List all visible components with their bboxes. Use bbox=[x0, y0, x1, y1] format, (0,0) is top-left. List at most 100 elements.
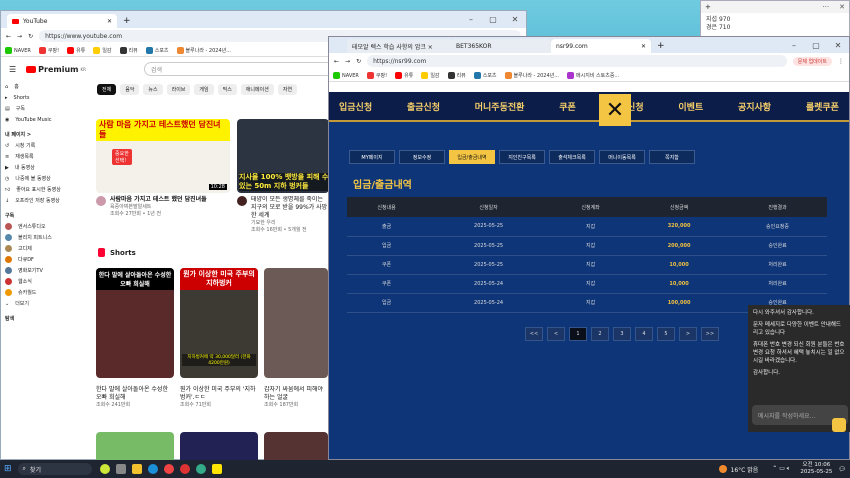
nav-item[interactable]: 룰렛쿠폰 bbox=[806, 100, 839, 113]
task-view-icon[interactable] bbox=[115, 464, 126, 474]
subtab[interactable]: MY페이지 bbox=[349, 150, 395, 164]
video-title[interactable]: 사람마음 가지고 테스트 했던 담진녀들 bbox=[110, 196, 207, 204]
url-input[interactable]: https://nsr99.com bbox=[367, 55, 787, 67]
sidebar-more[interactable]: ⌄ 더보기 bbox=[1, 298, 81, 309]
back-icon[interactable]: ← bbox=[6, 33, 11, 40]
subtab-active[interactable]: 입금/출금내역 bbox=[449, 150, 495, 164]
nav-item[interactable]: 공지사항 bbox=[738, 100, 771, 113]
search-input[interactable]: 검색 bbox=[143, 62, 334, 76]
chat-widget-icon[interactable] bbox=[832, 418, 846, 432]
forward-icon[interactable]: → bbox=[345, 58, 350, 65]
chip[interactable]: 게임 bbox=[194, 83, 214, 95]
chip[interactable]: 믹스 bbox=[217, 83, 237, 95]
bookmark-item[interactable]: NAVER bbox=[333, 71, 359, 79]
nav-item[interactable]: 입금신청 bbox=[339, 100, 372, 113]
bookmark-item[interactable]: 스포츠 bbox=[145, 46, 169, 54]
chip-all[interactable]: 전체 bbox=[97, 83, 117, 95]
weather-text[interactable]: 16°C 맑음 bbox=[731, 465, 759, 474]
close-window-icon[interactable]: ✕ bbox=[827, 41, 849, 50]
notification-icon[interactable]: 💬︎ bbox=[838, 466, 846, 473]
notepad-window[interactable]: + ··· ✕ 지섭 970 경은 710 bbox=[700, 0, 850, 40]
subtab[interactable]: 지인친구목록 bbox=[499, 150, 545, 164]
page-button[interactable]: < bbox=[547, 326, 565, 341]
video-title[interactable]: 태양이 모든 생명체를 죽이는 지구의 모로 받을 99%가 사망한 세계 bbox=[251, 196, 329, 220]
page-button[interactable]: << bbox=[525, 326, 543, 341]
new-tab-icon[interactable]: + bbox=[651, 41, 671, 53]
page-button[interactable]: 4 bbox=[635, 326, 653, 341]
more-icon[interactable]: ··· bbox=[822, 3, 829, 11]
avatar[interactable] bbox=[237, 196, 247, 206]
youtube-logo[interactable]: Premium KR bbox=[26, 65, 86, 74]
tab-active[interactable]: nsr99.com ✕ bbox=[551, 39, 651, 53]
bookmark-item[interactable]: 쿠팡! bbox=[366, 71, 387, 79]
chrome-icon[interactable] bbox=[179, 464, 190, 474]
clock[interactable]: 오전 10:06 2025-05-25 bbox=[800, 462, 832, 476]
video-thumbnail[interactable]: 지사율 100% 뱃방을 피해 수 있는 50m 지하 벙커들 bbox=[237, 119, 329, 193]
nav-item[interactable]: 머니주동전환 bbox=[475, 100, 525, 113]
reload-icon[interactable]: ↻ bbox=[356, 58, 361, 65]
tab[interactable]: 테모알 렉스 학습 사항의 암크 × bbox=[347, 39, 451, 53]
forward-icon[interactable]: → bbox=[17, 33, 22, 40]
bookmark-item[interactable]: 리뷰 bbox=[119, 46, 138, 54]
tennis-ball-icon[interactable] bbox=[99, 464, 110, 474]
short-thumbnail[interactable] bbox=[264, 268, 328, 378]
sidebar-item-playlists[interactable]: ≡ 재생목록 bbox=[1, 151, 81, 162]
reload-icon[interactable]: ↻ bbox=[28, 33, 33, 40]
chrome-icon[interactable] bbox=[163, 464, 174, 474]
subtab[interactable]: 출석체크목록 bbox=[549, 150, 595, 164]
bookmark-item[interactable]: 블루나라 - 2024년... bbox=[504, 71, 559, 79]
sidebar-sub-item[interactable]: 블리치 피트니스 bbox=[1, 232, 81, 243]
chip[interactable]: 뉴스 bbox=[143, 83, 163, 95]
maximize-icon[interactable]: ▢ bbox=[482, 15, 504, 24]
sidebar-sub-item[interactable]: 영화보기TV bbox=[1, 265, 81, 276]
bookmark-item[interactable]: 일감 bbox=[421, 71, 440, 79]
short-thumbnail[interactable]: 한다 말에 살아돌아온 수성한 오빠 희실해 bbox=[96, 268, 174, 378]
close-window-icon[interactable]: ✕ bbox=[504, 15, 526, 24]
search-box[interactable]: ⌕ 찾기 bbox=[17, 463, 92, 475]
page-button[interactable]: 1 bbox=[569, 326, 587, 341]
sidebar-item-subscriptions[interactable]: ▤ 구독 bbox=[1, 103, 81, 114]
page-button[interactable]: > bbox=[679, 326, 697, 341]
subtab[interactable]: 머니이동목록 bbox=[599, 150, 645, 164]
sidebar-sub-item[interactable]: 웹소식 bbox=[1, 276, 81, 287]
page-button[interactable]: 5 bbox=[657, 326, 675, 341]
short-title[interactable]: 한다 말에 살아돌아온 수성한 오빠 희실해 bbox=[96, 386, 174, 402]
back-icon[interactable]: ← bbox=[334, 58, 339, 65]
sidebar-item-my-videos[interactable]: ▶ 내 동영상 bbox=[1, 162, 81, 173]
bookmark-item[interactable]: 리뷰 bbox=[447, 71, 466, 79]
chip[interactable]: 자연 bbox=[277, 83, 298, 95]
nav-item[interactable]: 출금신청 bbox=[407, 100, 440, 113]
chip[interactable]: 음악 bbox=[120, 83, 140, 95]
short-thumbnail[interactable]: 뭔가 이상한 미국 주부의 지하벙커 지하벙커에 약 30,000달러 (한화 … bbox=[180, 268, 258, 378]
video-thumbnail[interactable] bbox=[264, 432, 328, 460]
tab-youtube[interactable]: YouTube ✕ bbox=[7, 14, 117, 28]
more-icon[interactable]: ⋮ bbox=[838, 58, 844, 65]
sidebar-item-downloads[interactable]: ↓ 오프라인 저장 동영상 bbox=[1, 195, 81, 206]
minimize-icon[interactable]: – bbox=[460, 15, 482, 24]
video-thumbnail[interactable] bbox=[180, 432, 258, 460]
edge-icon[interactable] bbox=[147, 464, 158, 474]
new-tab-icon[interactable]: + bbox=[117, 16, 137, 28]
minimize-icon[interactable]: – bbox=[783, 41, 805, 50]
bookmark-item[interactable]: 스포츠 bbox=[473, 71, 497, 79]
short-title[interactable]: 뭔가 이상한 미국 주부의 '지하벙커'.ㄷㄷ bbox=[180, 386, 258, 402]
video-thumbnail[interactable]: 사람 마음 가지고 테스트했던 담진녀들 중요한 선택! 10:28 bbox=[96, 119, 230, 193]
maximize-icon[interactable]: ▢ bbox=[805, 41, 827, 50]
bookmark-item[interactable]: 일감 bbox=[93, 46, 112, 54]
windows-start-icon[interactable]: ⊞ bbox=[4, 464, 12, 474]
bookmark-item[interactable]: 블루나라 - 2024년... bbox=[176, 46, 231, 54]
tab[interactable]: BET365KOR bbox=[451, 39, 551, 53]
subtab[interactable]: 정보수정 bbox=[399, 150, 445, 164]
short-title[interactable]: 갑자기 싸움에서 피해야 하는 얼굴 bbox=[264, 386, 328, 402]
file-explorer-icon[interactable] bbox=[131, 464, 142, 474]
sidebar-item-watch-later[interactable]: ◷ 나중에 볼 동영상 bbox=[1, 173, 81, 184]
close-icon[interactable]: ✕ bbox=[599, 94, 631, 126]
nav-item[interactable]: 이벤트 bbox=[678, 100, 703, 113]
avatar[interactable] bbox=[96, 196, 106, 206]
tray-icons[interactable]: ⌃ ▭ 🔈︎ bbox=[772, 465, 790, 473]
sidebar-sub-item[interactable]: 다큐DF bbox=[1, 254, 81, 265]
bookmark-item[interactable]: 유튜 bbox=[395, 71, 413, 79]
chip[interactable]: 애니메이션 bbox=[240, 83, 274, 95]
chip[interactable]: 라이브 bbox=[166, 83, 191, 95]
sidebar-item-liked[interactable]: 👍︎ 좋아요 표시한 동영상 bbox=[1, 184, 81, 195]
